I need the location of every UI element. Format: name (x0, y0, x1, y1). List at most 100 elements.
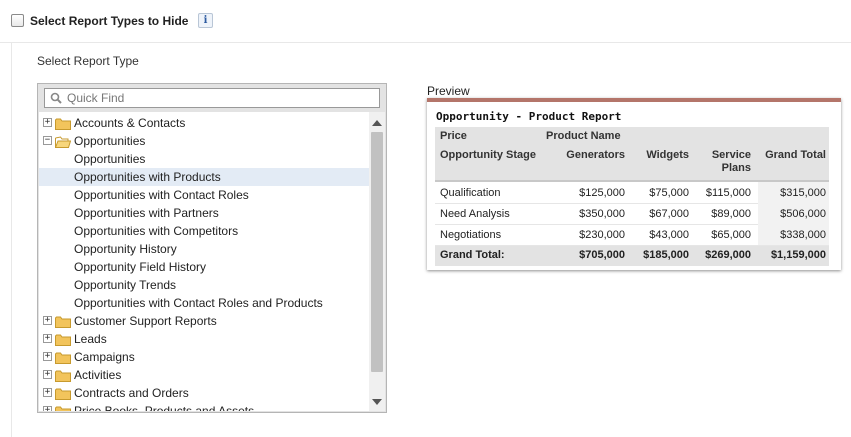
tree-item-label: Campaigns (74, 350, 135, 364)
expand-icon[interactable]: + (43, 118, 52, 127)
folder-icon (55, 387, 71, 400)
tree-item-label: Opportunities with Contact Roles and Pro… (74, 296, 323, 310)
grand-total-widgets: $185,000 (643, 249, 689, 261)
expand-icon[interactable]: + (43, 352, 52, 361)
tree-item-label: Accounts & Contacts (74, 116, 186, 130)
folder-icon (55, 405, 71, 411)
cell-stage: Need Analysis (440, 208, 510, 220)
grand-total-total: $1,159,000 (770, 249, 826, 261)
hide-report-types-checkbox[interactable] (11, 14, 24, 27)
preview-label: Preview (427, 84, 470, 98)
tree-item-label: Opportunity Trends (74, 278, 177, 292)
table-row: Negotiations $230,000 $43,000 $65,000 $338,0… (435, 224, 829, 246)
tree-item-label: Contracts and Orders (74, 386, 189, 400)
table-row: Qualification $125,000 $75,000 $115,000 $315… (435, 182, 829, 204)
cell-grand-total: $506,000 (780, 208, 826, 220)
header-opportunity-stage: Opportunity Stage (440, 149, 536, 161)
tree-item[interactable]: Opportunities with Competitors (39, 222, 369, 240)
tree-item[interactable]: Opportunity History (39, 240, 369, 258)
tree-folder[interactable]: − Opportunities (39, 132, 369, 150)
grand-total-row: Grand Total: $705,000 $185,000 $269,000 … (435, 246, 829, 266)
tree-item-label: Opportunity History (74, 242, 177, 256)
tree-item[interactable]: Opportunities with Contact Roles and Pro… (39, 294, 369, 312)
cell-grand-total: $338,000 (780, 229, 826, 241)
tree-item-label: Opportunities with Competitors (74, 224, 239, 238)
hide-report-types-label: Select Report Types to Hide (30, 14, 189, 28)
preview-report-title: Opportunity - Product Report (436, 110, 622, 123)
scroll-thumb[interactable] (371, 132, 383, 372)
tree-item[interactable]: Opportunity Field History (39, 258, 369, 276)
cell-service-plans: $89,000 (711, 208, 751, 220)
expand-icon[interactable]: + (43, 370, 52, 379)
cell-grand-total: $315,000 (780, 187, 826, 199)
folder-icon (55, 117, 71, 130)
header-product-name: Product Name (546, 130, 621, 142)
expand-icon[interactable]: + (43, 316, 52, 325)
tree-scrollbar[interactable] (369, 112, 385, 411)
folder-open-icon (55, 135, 72, 148)
header-grand-total: Grand Total (765, 149, 826, 161)
tree-item-label: Opportunity Field History (74, 260, 207, 274)
cell-generators: $230,000 (579, 229, 625, 241)
tree-item-label: Opportunities (74, 152, 146, 166)
tree-folder[interactable]: + Customer Support Reports (39, 312, 369, 330)
tree-folder[interactable]: + Price Books, Products and Assets (39, 402, 369, 411)
report-type-tree-panel: + Accounts & Contacts − Opportunities Opport… (37, 83, 387, 413)
tree-item[interactable]: Opportunity Trends (39, 276, 369, 294)
header-generators: Generators (566, 149, 625, 161)
tree-item[interactable]: Opportunities with Partners (39, 204, 369, 222)
header-service: Service (711, 149, 751, 161)
header-widgets: Widgets (646, 149, 689, 161)
cell-service-plans: $65,000 (711, 229, 751, 241)
grand-total-generators: $705,000 (579, 249, 625, 261)
table-header-row-2: Opportunity Stage Generators Widgets Ser… (435, 146, 829, 182)
grand-total-label: Grand Total: (440, 249, 505, 261)
report-type-tree: + Accounts & Contacts − Opportunities Opport… (39, 112, 369, 411)
scroll-up-arrow-icon[interactable] (372, 120, 382, 126)
table-header-row-1: Price Product Name (435, 127, 829, 146)
tree-folder[interactable]: + Contracts and Orders (39, 384, 369, 402)
cell-widgets: $67,000 (649, 208, 689, 220)
cell-generators: $350,000 (579, 208, 625, 220)
tree-item-label: Opportunities (74, 134, 146, 148)
cell-widgets: $43,000 (649, 229, 689, 241)
tree-item-label: Customer Support Reports (74, 314, 217, 328)
tree-folder[interactable]: + Leads (39, 330, 369, 348)
info-icon[interactable]: i (198, 13, 213, 28)
header-price: Price (440, 130, 467, 142)
tree-item-label: Price Books, Products and Assets (74, 404, 255, 411)
folder-icon (55, 351, 71, 364)
collapse-icon[interactable]: − (43, 136, 52, 145)
expand-icon[interactable]: + (43, 334, 52, 343)
tree-folder[interactable]: + Accounts & Contacts (39, 114, 369, 132)
quick-find-box[interactable] (44, 88, 380, 108)
header-bar: Select Report Types to Hide i (0, 0, 851, 43)
quick-find-input[interactable] (67, 90, 372, 105)
grand-total-service-plans: $269,000 (705, 249, 751, 261)
tree-item-label: Opportunities with Partners (74, 206, 219, 220)
tree-item-label: Opportunities with Contact Roles (74, 188, 249, 202)
tree-item-label: Opportunities with Products (74, 170, 221, 184)
tree-item[interactable]: Opportunities with Contact Roles (39, 186, 369, 204)
expand-icon[interactable]: + (43, 406, 52, 411)
scroll-down-arrow-icon[interactable] (372, 399, 382, 405)
tree-item-label: Leads (74, 332, 107, 346)
cell-service-plans: $115,000 (705, 187, 751, 199)
expand-icon[interactable]: + (43, 388, 52, 397)
tree-folder[interactable]: + Campaigns (39, 348, 369, 366)
cell-generators: $125,000 (579, 187, 625, 199)
folder-icon (55, 333, 71, 346)
tree-item[interactable]: Opportunities (39, 150, 369, 168)
preview-card: Opportunity - Product Report Price Produ… (427, 98, 841, 270)
search-icon (50, 92, 62, 104)
tree-item[interactable]: Opportunities with Products (39, 168, 369, 186)
cell-stage: Negotiations (440, 229, 502, 241)
tree-folder[interactable]: + Activities (39, 366, 369, 384)
folder-icon (55, 315, 71, 328)
cell-stage: Qualification (440, 187, 501, 199)
select-report-type-label: Select Report Type (37, 54, 139, 68)
tree-item-label: Activities (74, 368, 122, 382)
cell-widgets: $75,000 (649, 187, 689, 199)
header-plans: Plans (721, 162, 751, 174)
folder-icon (55, 369, 71, 382)
